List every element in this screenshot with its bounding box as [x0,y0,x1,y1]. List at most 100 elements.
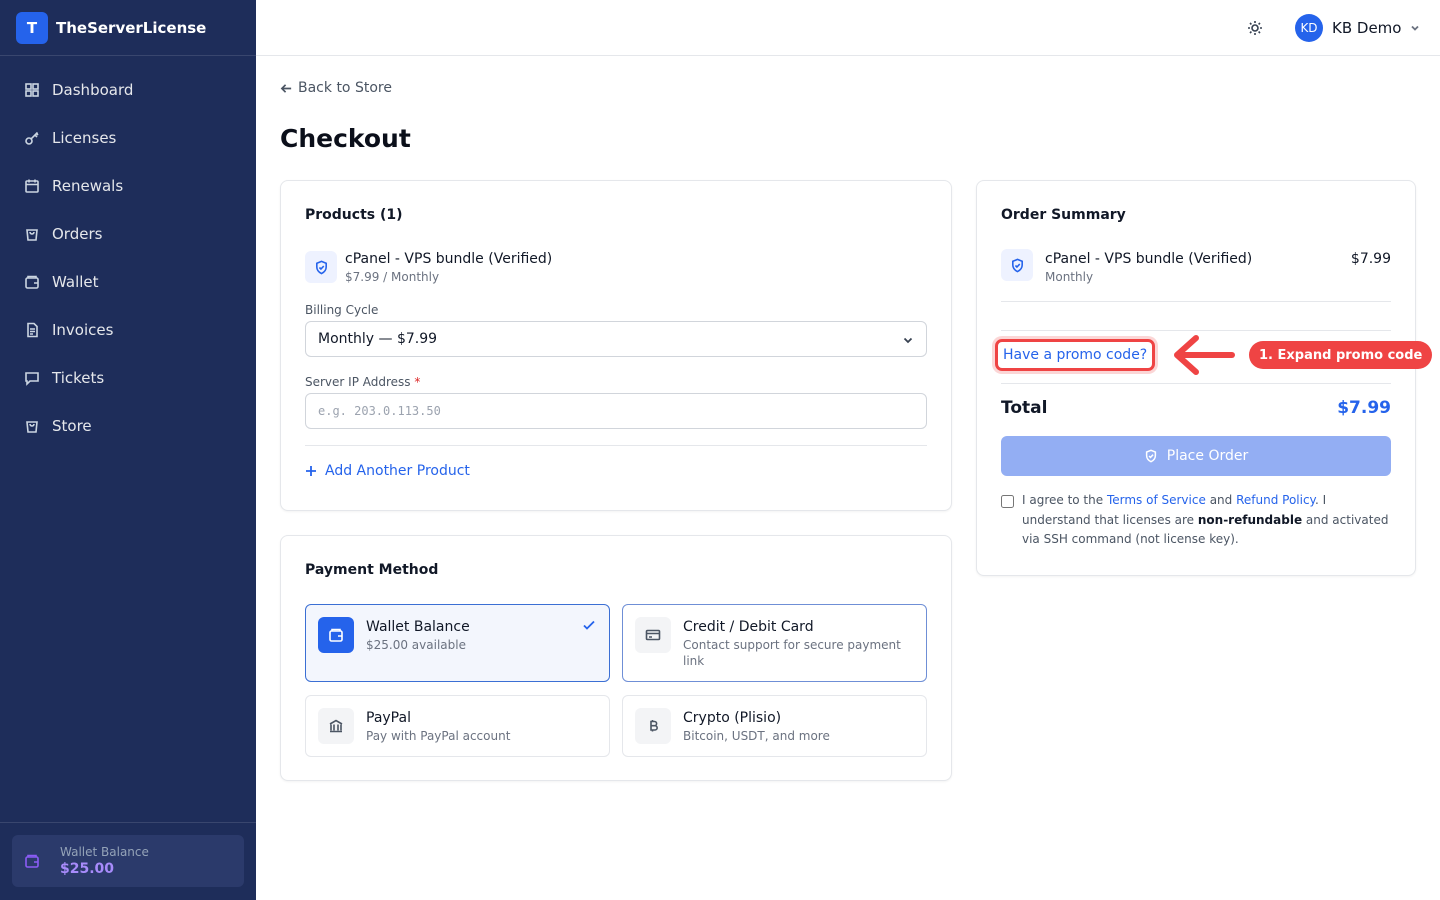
payment-option-name: Credit / Debit Card [683,619,814,635]
grid-icon [24,82,40,98]
product-name: cPanel - VPS bundle (Verified) [345,251,553,267]
sidebar-item-store[interactable]: Store [0,402,256,450]
terms-text: I agree to the Terms of Service and Refu… [1022,491,1393,550]
sidebar-item-orders[interactable]: Orders [0,210,256,258]
calendar-icon [24,178,40,194]
brand-name: TheServerLicense [56,18,207,37]
sidebar-item-licenses[interactable]: Licenses [0,114,256,162]
sidebar-item-label: Licenses [52,129,117,147]
refund-policy-link[interactable]: Refund Policy [1236,493,1315,507]
sidebar-footer: Wallet Balance $25.00 [0,822,256,900]
billing-cycle-value: Monthly — $7.99 [318,331,438,347]
payment-method-title: Payment Method [305,562,439,578]
sidebar-item-label: Dashboard [52,81,134,99]
billing-cycle-select[interactable]: Monthly — $7.99 [305,321,927,357]
brand[interactable]: T TheServerLicense [0,0,256,56]
products-card: Products (1) cPanel - VPS bundle (Verifi… [280,180,952,511]
sidebar: T TheServerLicense Dashboard Licenses Re… [0,0,256,900]
topbar: KD KB Demo [256,0,1440,56]
sidebar-item-wallet[interactable]: Wallet [0,258,256,306]
terms-and: and [1209,493,1233,507]
sidebar-item-tickets[interactable]: Tickets [0,354,256,402]
shield-check-icon [1001,249,1033,281]
store-bag-icon [24,418,40,434]
sidebar-item-dashboard[interactable]: Dashboard [0,66,256,114]
payment-option-name: Crypto (Plisio) [683,710,782,726]
bitcoin-icon [635,708,671,744]
total-value: $7.99 [1337,398,1391,418]
back-link-label: Back to Store [298,80,392,96]
non-refundable-text: non-refundable [1197,512,1303,527]
promo-code-toggle[interactable]: Have a promo code? [995,339,1156,371]
payment-option-name: Wallet Balance [366,619,470,635]
terms-prefix: I agree to the [1022,493,1104,507]
payment-option-desc: Bitcoin, USDT, and more [683,729,830,743]
key-icon [24,130,40,146]
sidebar-item-label: Tickets [52,369,105,387]
payment-option-paypal[interactable]: PayPal Pay with PayPal account [305,695,610,757]
place-order-label: Place Order [1166,448,1249,464]
wallet-icon [318,617,354,653]
terms-agreement: I agree to the Terms of Service and Refu… [1001,491,1393,550]
divider [305,445,927,446]
shopping-bag-icon [24,226,40,242]
sidebar-item-label: Store [52,417,92,435]
user-name: KB Demo [1332,19,1402,37]
shield-check-icon [1145,449,1156,463]
products-title: Products (1) [305,207,403,223]
sidebar-item-label: Invoices [52,321,114,339]
page-title: Checkout [280,124,411,153]
place-order-button[interactable]: Place Order [1001,436,1391,476]
wallet-icon [25,854,39,868]
terms-checkbox[interactable] [1001,495,1014,508]
sidebar-nav: Dashboard Licenses Renewals Orders Walle… [0,56,256,450]
payment-option-crypto[interactable]: Crypto (Plisio) Bitcoin, USDT, and more [622,695,927,757]
check-icon [581,617,597,633]
file-text-icon [24,322,40,338]
chevron-down-icon [1411,25,1420,31]
brand-logo: T [16,11,48,44]
order-summary-title: Order Summary [1001,207,1126,223]
payment-method-card: Payment Method Wallet Balance $25.00 ava… [280,535,952,781]
terms-of-service-link[interactable]: Terms of Service [1107,493,1206,507]
plus-icon [306,466,316,476]
required-marker: * [414,375,421,389]
sun-icon [1248,21,1262,35]
sidebar-item-label: Renewals [52,177,124,195]
user-menu[interactable]: KD KB Demo [1295,14,1421,42]
sidebar-item-invoices[interactable]: Invoices [0,306,256,354]
add-product-label: Add Another Product [325,463,470,479]
wallet-balance-label: Wallet Balance [60,845,149,859]
wallet-balance-value: $25.00 [60,861,115,877]
annotation-badge: 1. Expand promo code [1249,341,1433,369]
total-label: Total [1001,398,1048,418]
payment-option-desc: Contact support for secure payment link [683,638,901,668]
annotation-arrow-icon [1174,335,1235,375]
shield-check-icon [305,251,337,283]
divider [1001,301,1391,302]
payment-option-desc: $25.00 available [366,638,466,652]
payment-option-name: PayPal [366,710,411,726]
credit-card-icon [635,617,671,653]
avatar: KD [1295,14,1323,42]
sidebar-item-renewals[interactable]: Renewals [0,162,256,210]
back-to-store-link[interactable]: Back to Store [280,80,392,96]
sidebar-item-label: Wallet [52,273,99,291]
arrow-left-icon [280,83,292,93]
message-icon [24,370,40,386]
sidebar-item-label: Orders [52,225,103,243]
wallet-icon [24,274,40,290]
bank-icon [318,708,354,744]
divider [1001,383,1391,384]
sidebar-wallet-balance[interactable]: Wallet Balance $25.00 [12,835,244,887]
billing-cycle-label: Billing Cycle [305,303,379,317]
server-ip-input[interactable] [305,393,927,429]
payment-option-wallet[interactable]: Wallet Balance $25.00 available [305,604,610,682]
theme-toggle-button[interactable] [1243,16,1267,40]
summary-item-name: cPanel - VPS bundle (Verified) [1045,251,1253,267]
payment-option-card[interactable]: Credit / Debit Card Contact support for … [622,604,927,682]
summary-item-price: $7.99 [1350,251,1391,267]
server-ip-label-text: Server IP Address [305,375,411,389]
add-another-product-button[interactable]: Add Another Product [305,463,470,479]
payment-option-desc: Pay with PayPal account [366,729,511,743]
